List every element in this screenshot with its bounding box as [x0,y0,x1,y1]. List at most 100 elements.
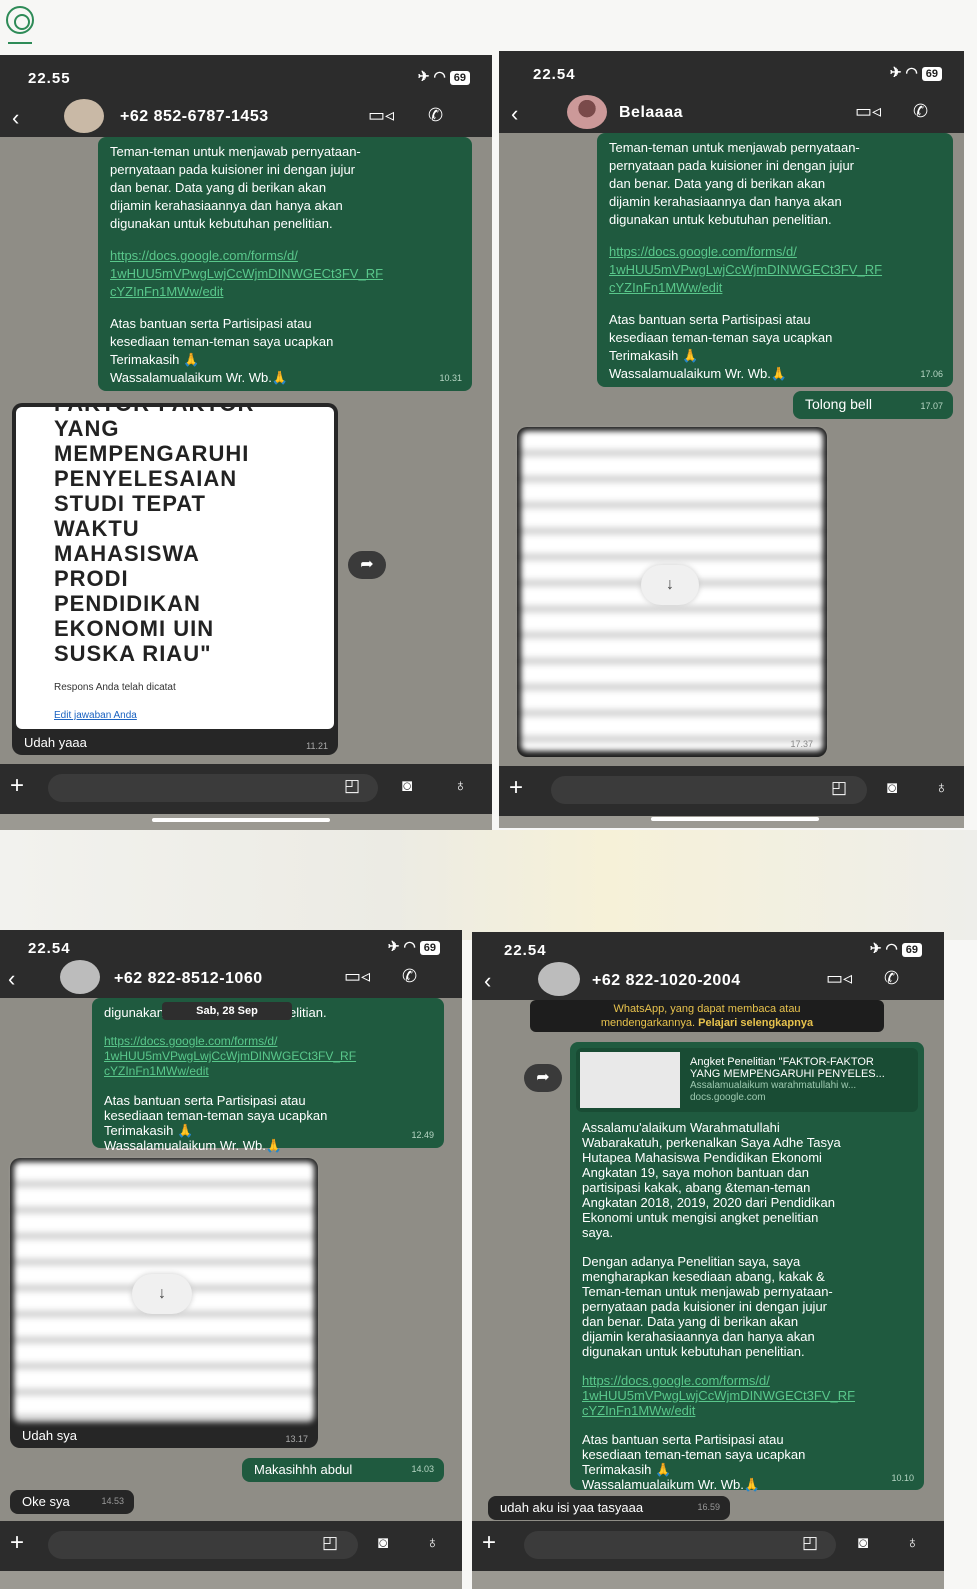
outgoing-message[interactable]: digunakan untuk kebutuhan penelitian. ht… [92,998,444,1153]
airplane-mode-icon: ✈ [387,938,400,954]
contact-name[interactable]: +62 822-8512-1060 [114,970,263,988]
phone-icon[interactable]: ✆ [884,968,899,989]
message-time: 17.37 [790,739,813,749]
incoming-message[interactable]: udah aku isi yaa tasyaaa 16.59 [488,1496,730,1520]
camera-icon[interactable]: ◙ [378,1533,388,1553]
camera-icon[interactable]: ◙ [402,776,412,796]
video-camera-icon[interactable]: ▭◃ [855,101,881,122]
contact-name[interactable]: +62 822-1020-2004 [592,972,741,990]
incoming-message[interactable]: Oke sya 14.53 [10,1490,134,1514]
chevron-left-icon[interactable]: ‹ [12,105,19,131]
video-camera-icon[interactable]: ▭◃ [368,105,394,126]
video-camera-icon[interactable]: ▭◃ [344,966,370,987]
sticker-icon[interactable]: ◰ [322,1533,338,1553]
message-time: 12.49 [411,1130,434,1140]
outgoing-message[interactable]: Teman-teman untuk menjawab pernyataan- p… [98,137,472,391]
message-input[interactable] [551,776,867,804]
chat-area[interactable]: Teman-teman untuk menjawab pernyataan- p… [0,137,492,764]
status-bar: 22.54 ✈ ◠ 69 [499,51,964,95]
message-time: 10.10 [891,1473,914,1483]
sticker-icon[interactable]: ◰ [802,1533,818,1553]
outgoing-message[interactable]: Tolong bell 17.07 [793,391,953,419]
contact-name[interactable]: Belaaaa [619,104,683,122]
preview-description: Assalamualaikum warahmatullahi w... [690,1080,857,1091]
preview-title: Angket Penelitian "FAKTOR-FAKTOR YANG ME… [690,1056,885,1080]
image-message[interactable]: ↓ Udah sya 13.17 [10,1158,318,1448]
microphone-icon[interactable]: ♁ [935,778,948,798]
chevron-left-icon[interactable]: ‹ [484,968,491,994]
message-input-bar: + ◰ ◙ ♁ [499,766,964,816]
chat-area[interactable]: WhatsApp, yang dapat membaca atau menden… [472,1000,944,1521]
chat-area[interactable]: Teman-teman untuk menjawab pernyataan- p… [499,133,964,766]
form-edit-link: Edit jawaban Anda [54,710,137,721]
wifi-icon: ◠ [905,64,918,80]
video-camera-icon[interactable]: ▭◃ [826,968,852,989]
message-text: Atas bantuan serta Partisipasi atau kese… [104,1093,328,1153]
forward-icon[interactable]: ➦ [524,1064,562,1092]
chat-header: ‹ +62 852-6787-1453 ▭◃ ✆ [0,99,492,137]
chevron-left-icon[interactable]: ‹ [511,101,518,127]
download-icon[interactable]: ↓ [132,1274,192,1314]
message-input-bar: + ◰ ◙ ♁ [0,764,492,814]
message-text: Teman-teman untuk menjawab pernyataan- p… [110,144,361,231]
message-input[interactable] [524,1531,836,1559]
download-icon[interactable]: ↓ [641,565,699,605]
phone-icon[interactable]: ✆ [402,966,417,987]
camera-icon[interactable]: ◙ [887,778,897,798]
plus-icon[interactable]: + [509,774,523,802]
learn-more-link[interactable]: Pelajari selengkapnya [698,1017,813,1029]
message-text: Assalamu'alaikum Warahmatullahi Wabaraka… [582,1120,841,1240]
microphone-icon[interactable]: ♁ [426,1533,439,1553]
message-link[interactable]: https://docs.google.com/forms/d/ 1wHUU5m… [110,247,460,301]
outgoing-message[interactable]: Makasihhh abdul 14.03 [242,1458,444,1482]
status-icons: ✈ ◠ 69 [890,64,942,81]
wifi-icon: ◠ [403,938,416,954]
screenshot-collage: 22.55 ✈ ◠ 69 ‹ +62 852-6787-1453 ▭◃ ✆ Tem… [0,0,977,1589]
plus-icon[interactable]: + [10,1529,24,1557]
microphone-icon[interactable]: ♁ [906,1533,919,1553]
message-link[interactable]: https://docs.google.com/forms/d/ 1wHUU5m… [582,1373,912,1418]
contact-name[interactable]: +62 852-6787-1453 [120,108,269,126]
phone-icon[interactable]: ✆ [913,101,928,122]
date-separator: Sab, 28 Sep [162,1002,292,1020]
message-input[interactable] [48,774,378,802]
avatar[interactable] [64,99,104,133]
battery-indicator: 69 [921,67,942,81]
message-time: 14.03 [411,1464,434,1474]
plus-icon[interactable]: + [10,772,24,800]
chat-header: ‹ +62 822-8512-1060 ▭◃ ✆ [0,960,462,998]
status-bar: 22.55 ✈ ◠ 69 [0,55,492,99]
microphone-icon[interactable]: ♁ [454,776,467,796]
message-link[interactable]: https://docs.google.com/forms/d/ 1wHUU5m… [104,1034,432,1079]
message-text: Makasihhh abdul [254,1462,353,1477]
image-caption: Udah sya [22,1428,77,1443]
chevron-left-icon[interactable]: ‹ [8,966,15,992]
image-message[interactable]: ↓ 17.37 [517,427,827,757]
message-time: 13.17 [285,1434,308,1444]
message-input[interactable] [48,1531,358,1559]
message-time: 11.21 [306,741,328,751]
avatar[interactable] [567,95,607,129]
plus-icon[interactable]: + [482,1529,496,1557]
outgoing-message[interactable]: Angket Penelitian "FAKTOR-FAKTOR YANG ME… [570,1042,924,1492]
camera-icon[interactable]: ◙ [858,1533,868,1553]
message-link[interactable]: https://docs.google.com/forms/d/ 1wHUU5m… [609,243,941,297]
wifi-icon: ◠ [433,68,446,84]
chat-area[interactable]: digunakan untuk kebutuhan penelitian. ht… [0,998,462,1521]
watermark-logo-icon [6,6,34,34]
link-preview[interactable]: Angket Penelitian "FAKTOR-FAKTOR YANG ME… [576,1048,918,1112]
avatar[interactable] [538,962,580,996]
status-time: 22.55 [28,70,71,87]
outgoing-message[interactable]: Teman-teman untuk menjawab pernyataan- p… [597,133,953,387]
sticker-icon[interactable]: ◰ [831,778,847,798]
document-image-message[interactable]: FAKTOR-FAKTOR YANG MEMPENGARUHI PENYELES… [12,403,338,755]
phone-icon[interactable]: ✆ [428,105,443,126]
battery-indicator: 69 [419,941,440,955]
message-time: 17.07 [920,401,943,411]
message-text: Atas bantuan serta Partisipasi atau kese… [582,1432,806,1492]
sticker-icon[interactable]: ◰ [344,776,360,796]
avatar[interactable] [60,960,100,994]
form-screenshot: FAKTOR-FAKTOR YANG MEMPENGARUHI PENYELES… [16,407,334,729]
phone-panel-1: 22.55 ✈ ◠ 69 ‹ +62 852-6787-1453 ▭◃ ✆ Tem… [0,55,492,830]
forward-icon[interactable]: ➦ [348,551,386,579]
